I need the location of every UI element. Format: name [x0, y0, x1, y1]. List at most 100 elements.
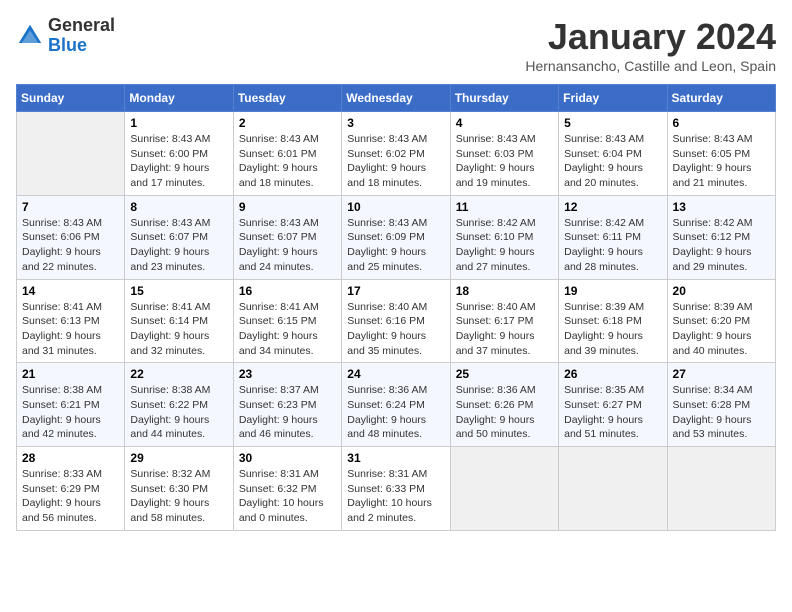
day-number: 2: [239, 116, 336, 130]
day-detail: Sunrise: 8:43 AMSunset: 6:01 PMDaylight:…: [239, 132, 336, 191]
day-number: 3: [347, 116, 444, 130]
day-detail: Sunrise: 8:43 AMSunset: 6:04 PMDaylight:…: [564, 132, 661, 191]
day-number: 28: [22, 451, 119, 465]
calendar-cell: 12 Sunrise: 8:42 AMSunset: 6:11 PMDayligh…: [559, 195, 667, 279]
calendar-cell: 2 Sunrise: 8:43 AMSunset: 6:01 PMDaylight…: [233, 112, 341, 196]
calendar-cell: 19Sunrise: 8:39 AMSunset: 6:18 PMDayligh…: [559, 279, 667, 363]
day-detail: Sunrise: 8:38 AMSunset: 6:21 PMDaylight:…: [22, 383, 119, 442]
day-number: 29: [130, 451, 227, 465]
day-detail: Sunrise: 8:31 AMSunset: 6:32 PMDaylight:…: [239, 467, 336, 526]
calendar-cell: 29 Sunrise: 8:32 AMSunset: 6:30 PMDayligh…: [125, 447, 233, 531]
calendar-cell: 8 Sunrise: 8:43 AMSunset: 6:07 PMDaylight…: [125, 195, 233, 279]
day-detail: Sunrise: 8:40 AMSunset: 6:17 PMDaylight:…: [456, 300, 553, 359]
day-detail: Sunrise: 8:43 AMSunset: 6:02 PMDaylight:…: [347, 132, 444, 191]
day-number: 1: [130, 116, 227, 130]
day-detail: Sunrise: 8:35 AMSunset: 6:27 PMDaylight:…: [564, 383, 661, 442]
day-detail: Sunrise: 8:36 AMSunset: 6:24 PMDaylight:…: [347, 383, 444, 442]
header-day: Friday: [559, 85, 667, 112]
calendar-cell: 20 Sunrise: 8:39 AMSunset: 6:20 PMDayligh…: [667, 279, 775, 363]
day-number: 4: [456, 116, 553, 130]
day-number: 15: [130, 284, 227, 298]
day-number: 26: [564, 367, 661, 381]
day-number: 8: [130, 200, 227, 214]
day-number: 20: [673, 284, 770, 298]
day-number: 31: [347, 451, 444, 465]
day-detail: Sunrise: 8:42 AMSunset: 6:10 PMDaylight:…: [456, 216, 553, 275]
day-detail: Sunrise: 8:38 AMSunset: 6:22 PMDaylight:…: [130, 383, 227, 442]
day-number: 12: [564, 200, 661, 214]
calendar-cell: 26 Sunrise: 8:35 AMSunset: 6:27 PMDayligh…: [559, 363, 667, 447]
calendar-cell: 21Sunrise: 8:38 AMSunset: 6:21 PMDayligh…: [17, 363, 125, 447]
day-detail: Sunrise: 8:41 AMSunset: 6:13 PMDaylight:…: [22, 300, 119, 359]
calendar-cell: 13Sunrise: 8:42 AMSunset: 6:12 PMDayligh…: [667, 195, 775, 279]
day-detail: Sunrise: 8:32 AMSunset: 6:30 PMDaylight:…: [130, 467, 227, 526]
day-number: 11: [456, 200, 553, 214]
page-header: General Blue January 2024 Hernansancho, …: [16, 16, 776, 74]
calendar-cell: 18 Sunrise: 8:40 AMSunset: 6:17 PMDayligh…: [450, 279, 558, 363]
day-detail: Sunrise: 8:43 AMSunset: 6:07 PMDaylight:…: [239, 216, 336, 275]
calendar-week-row: 28 Sunrise: 8:33 AMSunset: 6:29 PMDayligh…: [17, 447, 776, 531]
calendar-cell: 28 Sunrise: 8:33 AMSunset: 6:29 PMDayligh…: [17, 447, 125, 531]
calendar-cell: 23Sunrise: 8:37 AMSunset: 6:23 PMDayligh…: [233, 363, 341, 447]
calendar-cell: 7 Sunrise: 8:43 AMSunset: 6:06 PMDaylight…: [17, 195, 125, 279]
day-detail: Sunrise: 8:43 AMSunset: 6:05 PMDaylight:…: [673, 132, 770, 191]
calendar-cell: 31 Sunrise: 8:31 AMSunset: 6:33 PMDayligh…: [342, 447, 450, 531]
calendar-cell: 3 Sunrise: 8:43 AMSunset: 6:02 PMDaylight…: [342, 112, 450, 196]
calendar-cell: 1 Sunrise: 8:43 AMSunset: 6:00 PMDaylight…: [125, 112, 233, 196]
day-number: 18: [456, 284, 553, 298]
calendar-cell: 11 Sunrise: 8:42 AMSunset: 6:10 PMDayligh…: [450, 195, 558, 279]
header-day: Tuesday: [233, 85, 341, 112]
calendar-title: January 2024: [525, 16, 776, 58]
calendar-cell: 22Sunrise: 8:38 AMSunset: 6:22 PMDayligh…: [125, 363, 233, 447]
day-detail: Sunrise: 8:36 AMSunset: 6:26 PMDaylight:…: [456, 383, 553, 442]
calendar-week-row: 1 Sunrise: 8:43 AMSunset: 6:00 PMDaylight…: [17, 112, 776, 196]
calendar-cell: 10 Sunrise: 8:43 AMSunset: 6:09 PMDayligh…: [342, 195, 450, 279]
calendar-cell: [559, 447, 667, 531]
day-number: 19: [564, 284, 661, 298]
day-detail: Sunrise: 8:43 AMSunset: 6:00 PMDaylight:…: [130, 132, 227, 191]
day-detail: Sunrise: 8:42 AMSunset: 6:12 PMDaylight:…: [673, 216, 770, 275]
header-day: Wednesday: [342, 85, 450, 112]
day-number: 14: [22, 284, 119, 298]
day-number: 9: [239, 200, 336, 214]
day-number: 10: [347, 200, 444, 214]
calendar-cell: 30 Sunrise: 8:31 AMSunset: 6:32 PMDayligh…: [233, 447, 341, 531]
day-number: 25: [456, 367, 553, 381]
calendar-header: SundayMondayTuesdayWednesdayThursdayFrid…: [17, 85, 776, 112]
day-number: 24: [347, 367, 444, 381]
calendar-cell: 9 Sunrise: 8:43 AMSunset: 6:07 PMDaylight…: [233, 195, 341, 279]
day-detail: Sunrise: 8:31 AMSunset: 6:33 PMDaylight:…: [347, 467, 444, 526]
day-detail: Sunrise: 8:41 AMSunset: 6:15 PMDaylight:…: [239, 300, 336, 359]
logo: General Blue: [16, 16, 115, 56]
day-number: 7: [22, 200, 119, 214]
day-number: 30: [239, 451, 336, 465]
header-row: SundayMondayTuesdayWednesdayThursdayFrid…: [17, 85, 776, 112]
day-number: 17: [347, 284, 444, 298]
calendar-cell: 27Sunrise: 8:34 AMSunset: 6:28 PMDayligh…: [667, 363, 775, 447]
logo-icon: [16, 22, 44, 50]
day-detail: Sunrise: 8:41 AMSunset: 6:14 PMDaylight:…: [130, 300, 227, 359]
calendar-cell: 24 Sunrise: 8:36 AMSunset: 6:24 PMDayligh…: [342, 363, 450, 447]
day-detail: Sunrise: 8:43 AMSunset: 6:07 PMDaylight:…: [130, 216, 227, 275]
calendar-week-row: 21Sunrise: 8:38 AMSunset: 6:21 PMDayligh…: [17, 363, 776, 447]
calendar-cell: 16Sunrise: 8:41 AMSunset: 6:15 PMDayligh…: [233, 279, 341, 363]
day-detail: Sunrise: 8:43 AMSunset: 6:09 PMDaylight:…: [347, 216, 444, 275]
header-day: Thursday: [450, 85, 558, 112]
calendar-body: 1 Sunrise: 8:43 AMSunset: 6:00 PMDaylight…: [17, 112, 776, 531]
calendar-cell: 6Sunrise: 8:43 AMSunset: 6:05 PMDaylight…: [667, 112, 775, 196]
calendar-cell: 4Sunrise: 8:43 AMSunset: 6:03 PMDaylight…: [450, 112, 558, 196]
title-section: January 2024 Hernansancho, Castille and …: [525, 16, 776, 74]
calendar-table: SundayMondayTuesdayWednesdayThursdayFrid…: [16, 84, 776, 531]
day-detail: Sunrise: 8:33 AMSunset: 6:29 PMDaylight:…: [22, 467, 119, 526]
calendar-cell: 5 Sunrise: 8:43 AMSunset: 6:04 PMDaylight…: [559, 112, 667, 196]
day-number: 5: [564, 116, 661, 130]
day-detail: Sunrise: 8:34 AMSunset: 6:28 PMDaylight:…: [673, 383, 770, 442]
day-detail: Sunrise: 8:39 AMSunset: 6:20 PMDaylight:…: [673, 300, 770, 359]
calendar-cell: [450, 447, 558, 531]
header-day: Sunday: [17, 85, 125, 112]
calendar-week-row: 14 Sunrise: 8:41 AMSunset: 6:13 PMDayligh…: [17, 279, 776, 363]
header-day: Saturday: [667, 85, 775, 112]
day-detail: Sunrise: 8:42 AMSunset: 6:11 PMDaylight:…: [564, 216, 661, 275]
day-detail: Sunrise: 8:43 AMSunset: 6:06 PMDaylight:…: [22, 216, 119, 275]
calendar-cell: [17, 112, 125, 196]
